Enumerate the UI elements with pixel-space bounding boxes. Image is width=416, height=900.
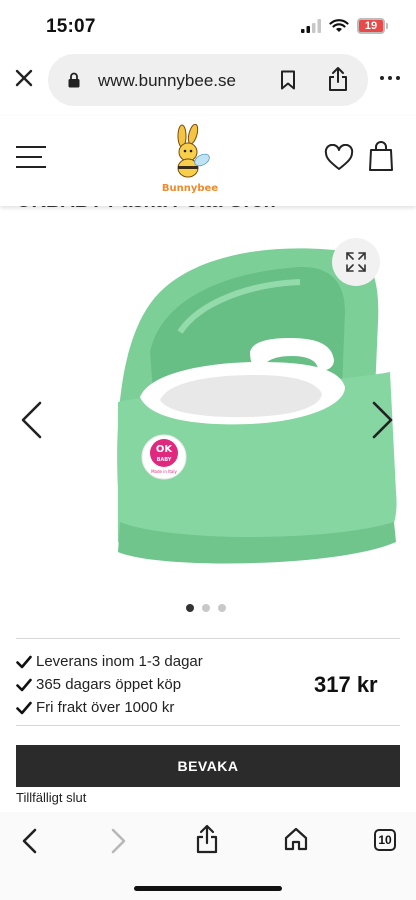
battery-level: 19 bbox=[357, 18, 385, 34]
status-icons: 19 bbox=[301, 18, 388, 34]
bookmark-icon[interactable] bbox=[280, 70, 296, 90]
status-bar: 15:07 19 bbox=[0, 0, 416, 52]
divider bbox=[16, 725, 400, 726]
shopping-bag-icon[interactable] bbox=[368, 140, 394, 172]
chevron-left-icon[interactable] bbox=[18, 400, 46, 440]
tabs-icon[interactable]: 10 bbox=[374, 829, 396, 851]
product-gallery[interactable]: OK BABY Made in Italy bbox=[0, 222, 416, 612]
checkmark-icon bbox=[16, 655, 32, 668]
forward-icon[interactable] bbox=[108, 828, 128, 854]
bunnybee-logo[interactable]: Bunnybee bbox=[160, 124, 220, 198]
close-icon bbox=[15, 69, 33, 87]
browser-address-bar: www.bunnybee.se bbox=[0, 52, 416, 108]
wifi-icon bbox=[329, 19, 349, 32]
url-field[interactable]: www.bunnybee.se bbox=[48, 54, 368, 106]
site-header: Bunnybee bbox=[0, 116, 416, 206]
badge-small: Made in Italy bbox=[151, 469, 177, 474]
home-icon[interactable] bbox=[284, 827, 308, 851]
feature-text: 365 dagars öppet köp bbox=[36, 676, 182, 693]
feature-text: Leverans inom 1-3 dagar bbox=[36, 653, 203, 670]
badge-brand: OK bbox=[156, 444, 174, 455]
more-icon bbox=[380, 76, 384, 80]
home-indicator bbox=[134, 886, 282, 891]
carousel-dots bbox=[186, 604, 226, 612]
browser-toolbar: 10 bbox=[0, 812, 416, 900]
product-price: 317 kr bbox=[314, 672, 378, 697]
chevron-right-icon[interactable] bbox=[368, 400, 396, 440]
feature-item: 365 dagars öppet köp bbox=[16, 673, 203, 696]
stock-status: Tillfälligt slut bbox=[16, 790, 87, 805]
feature-text: Fri frakt över 1000 kr bbox=[36, 699, 175, 716]
feature-item: Leverans inom 1-3 dagar bbox=[16, 650, 203, 673]
feature-item: Fri frakt över 1000 kr bbox=[16, 696, 203, 719]
carousel-dot[interactable] bbox=[202, 604, 210, 612]
zoom-button[interactable] bbox=[332, 238, 380, 286]
hamburger-menu-icon[interactable] bbox=[16, 146, 46, 168]
carousel-dot[interactable] bbox=[218, 604, 226, 612]
checkmark-icon bbox=[16, 678, 32, 691]
battery-icon: 19 bbox=[357, 18, 388, 34]
url-text: www.bunnybee.se bbox=[98, 71, 236, 90]
lock-icon bbox=[68, 72, 80, 88]
feature-list: Leverans inom 1-3 dagar 365 dagars öppet… bbox=[16, 650, 203, 719]
share-icon[interactable] bbox=[196, 824, 218, 854]
share-icon[interactable] bbox=[328, 66, 348, 92]
logo-text: Bunnybee bbox=[162, 183, 218, 194]
more-button[interactable] bbox=[374, 66, 406, 90]
bevaka-button[interactable]: BEVAKA bbox=[16, 745, 400, 787]
signal-icon bbox=[301, 19, 321, 33]
back-icon[interactable] bbox=[20, 828, 40, 854]
heart-icon[interactable] bbox=[324, 144, 354, 172]
close-button[interactable] bbox=[12, 66, 36, 90]
carousel-dot[interactable] bbox=[186, 604, 194, 612]
expand-icon bbox=[346, 252, 366, 272]
checkmark-icon bbox=[16, 701, 32, 714]
divider bbox=[16, 638, 400, 639]
badge-sub: BABY bbox=[157, 457, 172, 463]
status-time: 15:07 bbox=[46, 16, 96, 37]
